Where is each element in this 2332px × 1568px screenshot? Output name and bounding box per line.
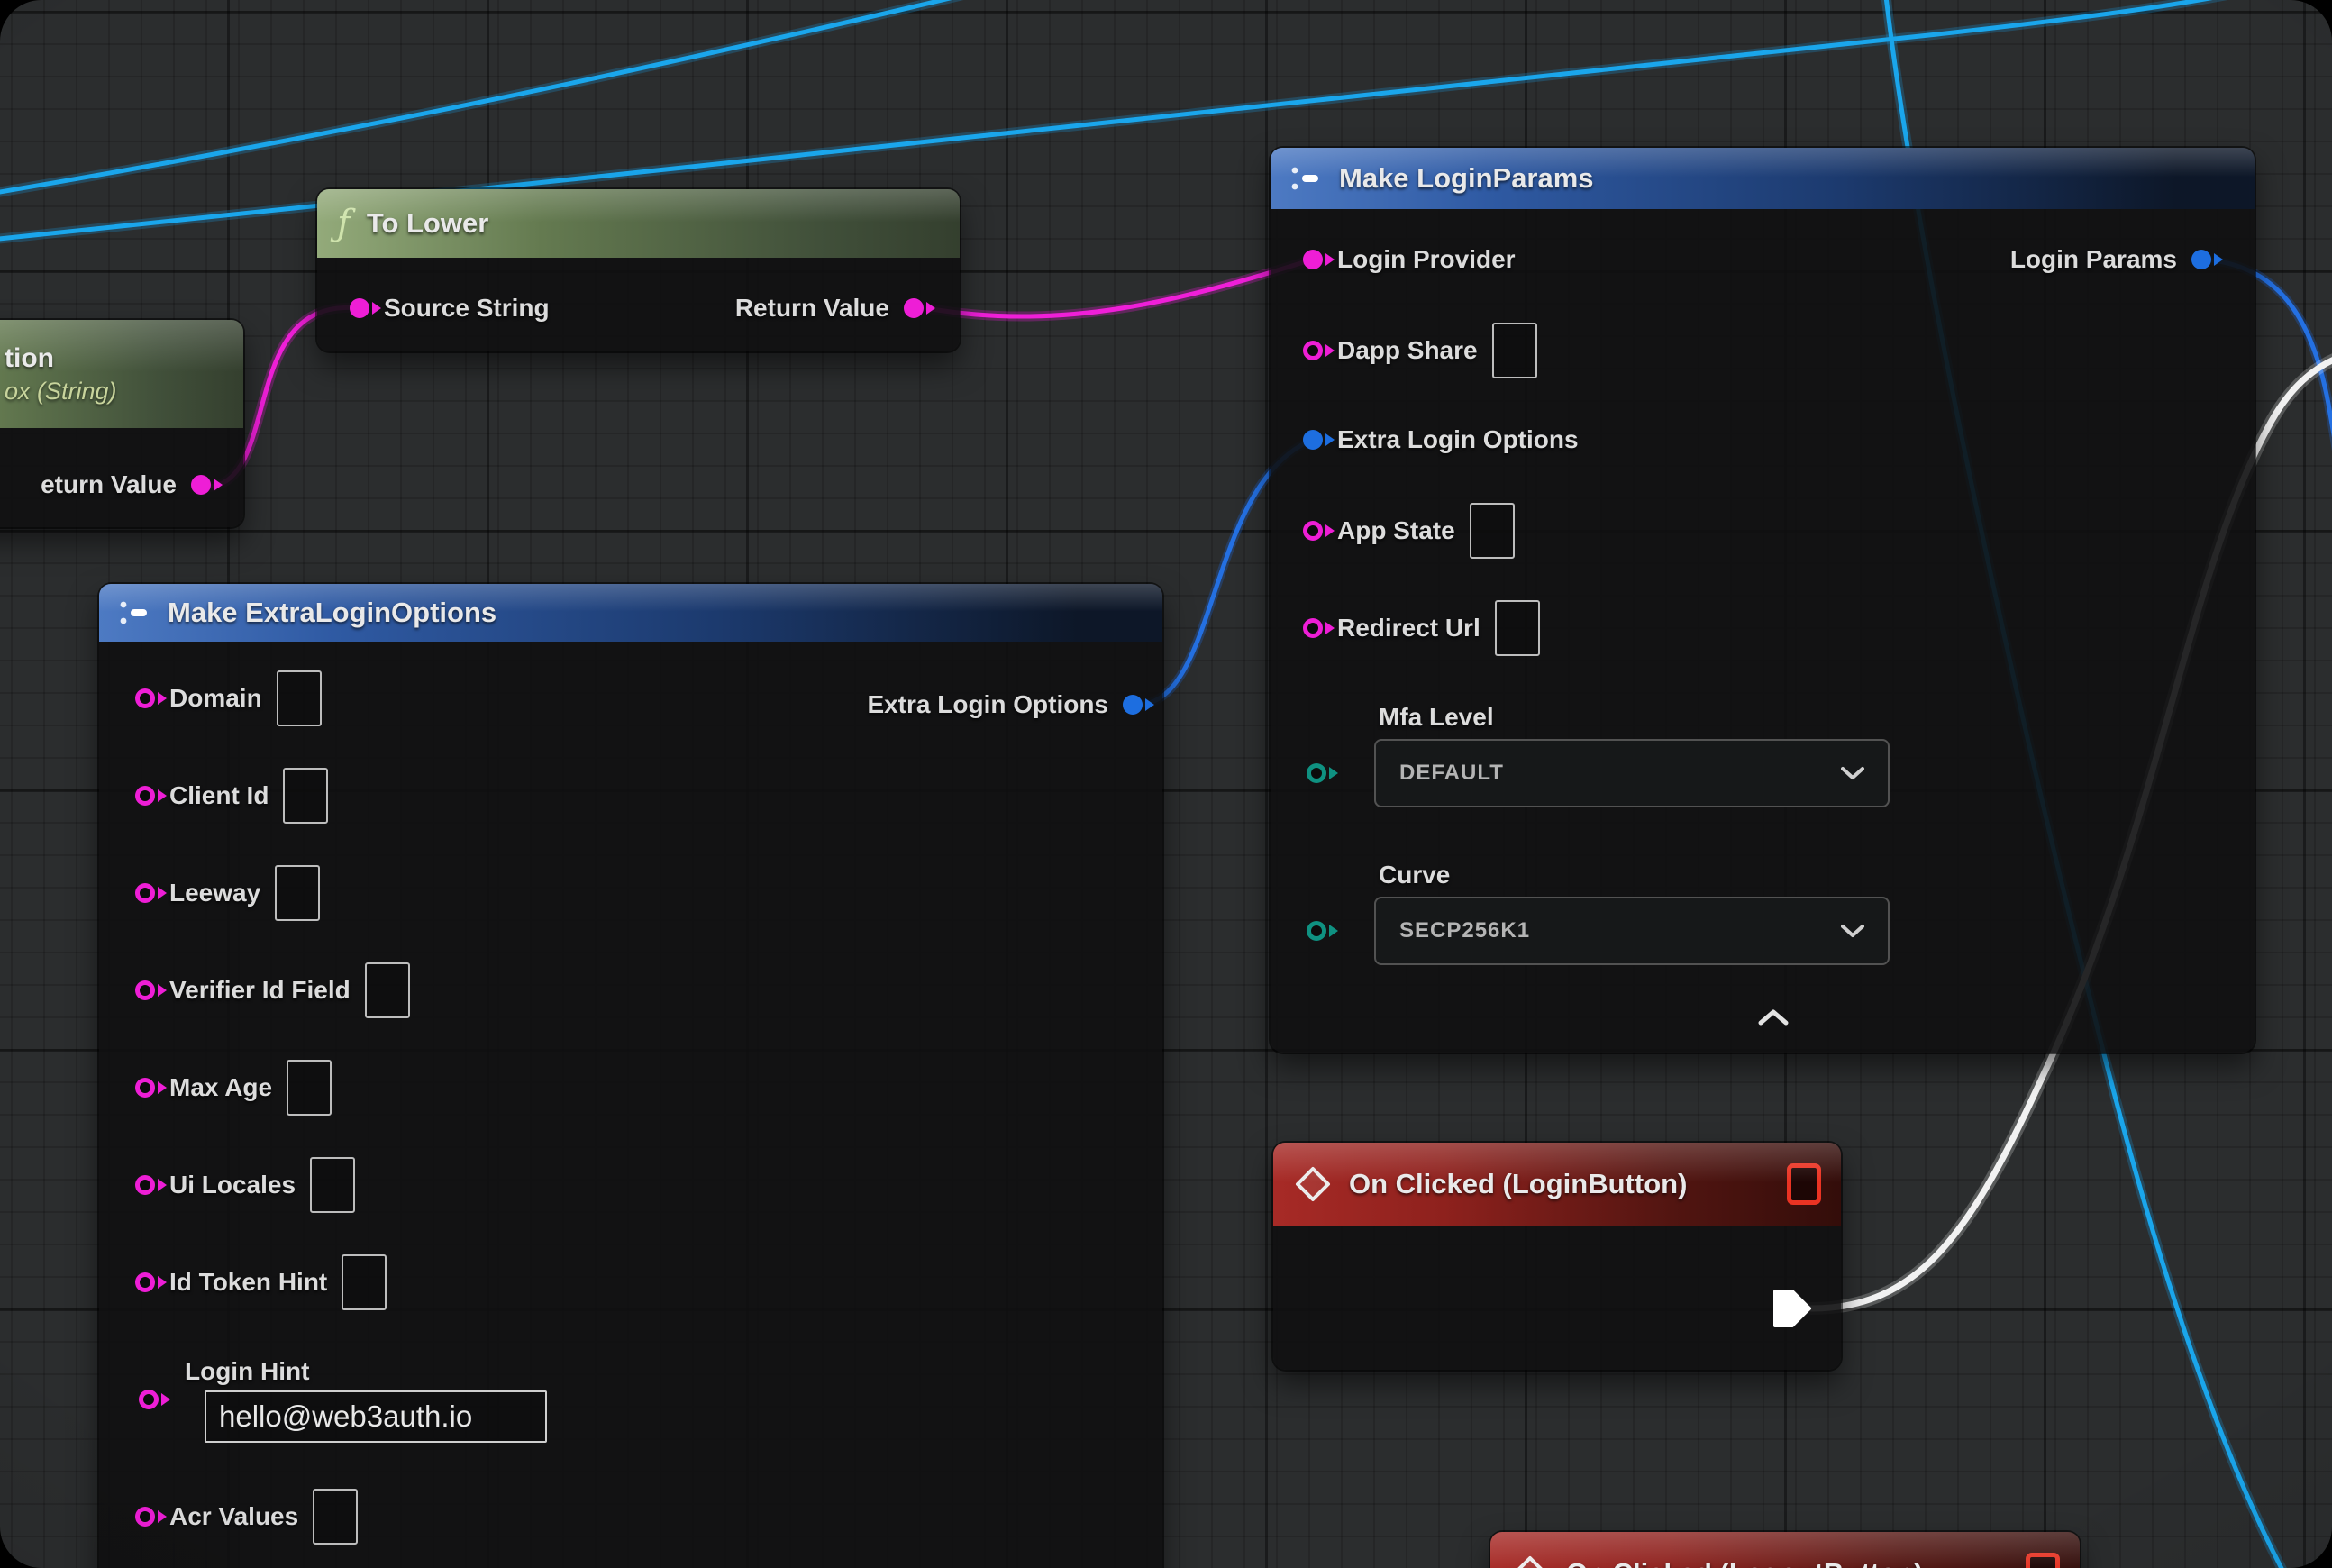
app-state-pin-icon[interactable] <box>1303 521 1323 541</box>
curve-label: Curve <box>1379 861 1450 889</box>
wire-tolower-to-provider[interactable] <box>926 261 1307 316</box>
input-pin-label: Leeway <box>169 879 260 907</box>
event-diamond-icon <box>1293 1164 1333 1204</box>
acr-values-pin-icon[interactable] <box>135 1507 155 1527</box>
domain-pin-icon[interactable] <box>135 688 155 708</box>
source-string-pin-icon[interactable] <box>350 298 369 318</box>
function-icon: ƒ <box>337 205 351 242</box>
input-pin-label: Acr Values <box>169 1502 298 1531</box>
mfa-level-label: Mfa Level <box>1379 703 1494 732</box>
extra-login-options-input-pin-icon[interactable] <box>1303 430 1323 450</box>
output-pin-label: Return Value <box>735 294 889 323</box>
node-title: tion <box>5 343 54 374</box>
login-hint-pin-icon[interactable] <box>139 1390 159 1409</box>
input-pin-label: Source String <box>384 294 550 323</box>
login-provider-pin-icon[interactable] <box>1303 250 1323 269</box>
node-to-lower-header[interactable]: ƒ To Lower <box>317 189 960 258</box>
node-title: On Clicked (LogoutButton) <box>1566 1557 1923 1568</box>
node-subtitle: ox (String) <box>5 378 117 406</box>
input-pin-label: Dapp Share <box>1337 336 1478 365</box>
id-token-hint-pin-icon[interactable] <box>135 1272 155 1292</box>
make-struct-icon <box>1290 165 1323 192</box>
node-make-login-params[interactable]: Make LoginParams Login Params Login Prov… <box>1271 148 2255 1053</box>
input-pin-label: Redirect Url <box>1337 614 1480 643</box>
login-params-output-pin-icon[interactable] <box>2191 250 2211 269</box>
input-pin-label: App State <box>1337 516 1455 545</box>
output-pin-label: Login Params <box>2010 245 2177 274</box>
make-struct-icon <box>119 599 151 626</box>
login-hint-input[interactable]: hello@web3auth.io <box>205 1390 547 1443</box>
ui-locales-value-field[interactable] <box>310 1157 355 1213</box>
verifier-id-field-pin-icon[interactable] <box>135 980 155 1000</box>
leeway-pin-icon[interactable] <box>135 883 155 903</box>
verifier-id-field-value-field[interactable] <box>365 962 410 1018</box>
node-on-clicked-login-button-header[interactable]: On Clicked (LoginButton) <box>1273 1143 1841 1226</box>
node-make-login-params-header[interactable]: Make LoginParams <box>1271 148 2255 209</box>
client-id-pin-icon[interactable] <box>135 786 155 806</box>
node-to-lower[interactable]: ƒ To Lower Source String Return Value <box>317 189 960 351</box>
input-pin-label: Ui Locales <box>169 1171 296 1199</box>
collapse-advanced-button[interactable] <box>1748 1004 1799 1031</box>
curve-value: SECP256K1 <box>1399 918 1530 944</box>
input-pin-label: Login Provider <box>1337 245 1516 274</box>
max-age-value-field[interactable] <box>287 1060 332 1116</box>
node-on-clicked-logout-button-header[interactable]: On Clicked (LogoutButton) <box>1490 1532 2080 1568</box>
ui-locales-pin-icon[interactable] <box>135 1175 155 1195</box>
chevron-down-icon <box>1841 924 1864 938</box>
domain-value-field[interactable] <box>277 670 322 726</box>
return-value-pin-icon[interactable] <box>904 298 924 318</box>
dapp-share-value-field[interactable] <box>1492 323 1537 378</box>
event-diamond-icon <box>1510 1554 1550 1568</box>
output-pin-label: Extra Login Options <box>867 690 1108 719</box>
node-title: To Lower <box>367 207 488 240</box>
widget-event-badge <box>1787 1163 1821 1205</box>
chevron-up-icon <box>1758 1009 1789 1026</box>
return-value-pin-icon[interactable] <box>191 475 211 495</box>
extra-login-options-output-pin-icon[interactable] <box>1123 695 1143 715</box>
login-hint-label: Login Hint <box>185 1357 309 1386</box>
redirect-url-pin-icon[interactable] <box>1303 618 1323 638</box>
exec-output-pin[interactable] <box>1772 1288 1813 1329</box>
input-pin-label: Id Token Hint <box>169 1268 327 1297</box>
mfa-level-dropdown[interactable]: DEFAULT <box>1374 739 1890 807</box>
node-on-clicked-logout-button[interactable]: On Clicked (LogoutButton) <box>1490 1532 2080 1568</box>
mfa-level-pin-icon[interactable] <box>1307 763 1326 783</box>
curve-pin-icon[interactable] <box>1307 921 1326 941</box>
output-pin-label: eturn Value <box>41 470 177 499</box>
id-token-hint-value-field[interactable] <box>342 1254 387 1310</box>
node-title: On Clicked (LoginButton) <box>1349 1168 1687 1200</box>
node-partial-function-header[interactable]: tion ox (String) <box>0 320 243 428</box>
node-title: Make ExtraLoginOptions <box>168 597 496 629</box>
input-pin-label: Client Id <box>169 781 269 810</box>
input-pin-label: Extra Login Options <box>1337 425 1579 454</box>
widget-event-badge <box>2026 1553 2060 1568</box>
max-age-pin-icon[interactable] <box>135 1078 155 1098</box>
client-id-value-field[interactable] <box>283 768 328 824</box>
acr-values-value-field[interactable] <box>313 1489 358 1545</box>
node-partial-function[interactable]: tion ox (String) eturn Value <box>0 320 243 527</box>
node-title: Make LoginParams <box>1339 162 1594 195</box>
blueprint-graph-canvas[interactable]: tion ox (String) eturn Value ƒ To Lower … <box>0 0 2332 1568</box>
node-make-extra-login-options-header[interactable]: Make ExtraLoginOptions <box>99 584 1162 642</box>
node-make-extra-login-options[interactable]: Make ExtraLoginOptions Extra Login Optio… <box>99 584 1162 1568</box>
leeway-value-field[interactable] <box>275 865 320 921</box>
input-pin-label: Verifier Id Field <box>169 976 351 1005</box>
curve-dropdown[interactable]: SECP256K1 <box>1374 897 1890 965</box>
mfa-level-value: DEFAULT <box>1399 761 1504 786</box>
node-on-clicked-login-button[interactable]: On Clicked (LoginButton) <box>1273 1143 1841 1370</box>
input-pin-label: Domain <box>169 684 262 713</box>
dapp-share-pin-icon[interactable] <box>1303 341 1323 360</box>
chevron-down-icon <box>1841 766 1864 780</box>
input-pin-label: Max Age <box>169 1073 272 1102</box>
redirect-url-value-field[interactable] <box>1495 600 1540 656</box>
app-state-value-field[interactable] <box>1470 503 1515 559</box>
